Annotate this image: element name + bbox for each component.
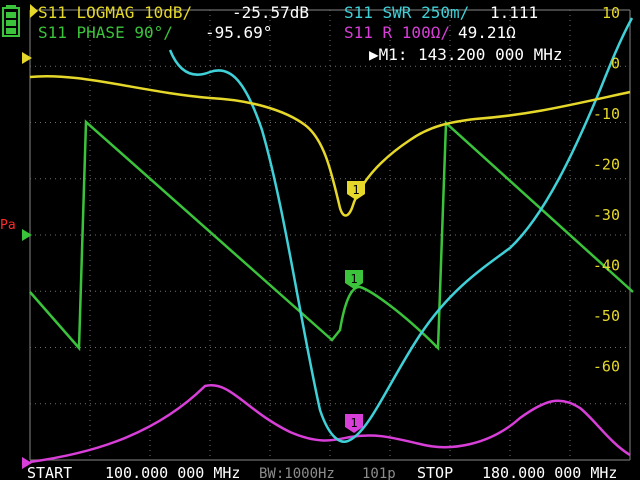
marker-1-logmag-number: 1: [352, 183, 359, 197]
points-label[interactable]: 101p: [362, 466, 396, 480]
trace-swr-value: 1.111: [490, 3, 538, 22]
trace-phase-value: -95.69°: [205, 23, 272, 42]
start-label[interactable]: START: [27, 464, 72, 480]
pa-indicator: Pa: [0, 218, 16, 233]
marker-1-frequency: 143.200 000 MHz: [418, 45, 563, 64]
y-scale-label: -50: [593, 307, 620, 325]
marker-1-resistance-number: 1: [350, 416, 357, 430]
trace-logmag-label[interactable]: S11 LOGMAG 10dB/: [38, 3, 192, 22]
y-scale-label: 0: [611, 55, 620, 73]
y-scale-label: -10: [593, 105, 620, 123]
stop-label[interactable]: STOP: [417, 464, 453, 480]
trace-resistance-value: 49.21Ω: [458, 23, 516, 42]
y-scale-label: -60: [593, 358, 620, 376]
marker-1-label[interactable]: ▶M1:: [369, 45, 408, 64]
y-scale-label: 10: [602, 4, 620, 22]
vna-screen: 1 1 1 Pa S11 LOGMAG 10dB/ -25.57dB S11 P…: [0, 0, 640, 480]
stop-frequency: 180.000 000 MHz: [482, 464, 617, 480]
trace-swr-label[interactable]: S11 SWR 250m/: [344, 3, 469, 22]
trace-resistance-label[interactable]: S11 R 100Ω/: [344, 23, 450, 42]
bandwidth-label[interactable]: BW:1000Hz: [259, 466, 335, 480]
start-frequency: 100.000 000 MHz: [105, 464, 240, 480]
footer-bar: START 100.000 000 MHz BW:1000Hz 101p STO…: [27, 464, 617, 480]
trace-logmag-value: -25.57dB: [232, 3, 309, 22]
y-scale-label: -40: [593, 257, 620, 275]
y-scale-label: -20: [593, 156, 620, 174]
marker-1-phase-number: 1: [350, 272, 357, 286]
y-scale-label: -30: [593, 206, 620, 224]
trace-phase-label[interactable]: S11 PHASE 90°/: [38, 23, 173, 42]
